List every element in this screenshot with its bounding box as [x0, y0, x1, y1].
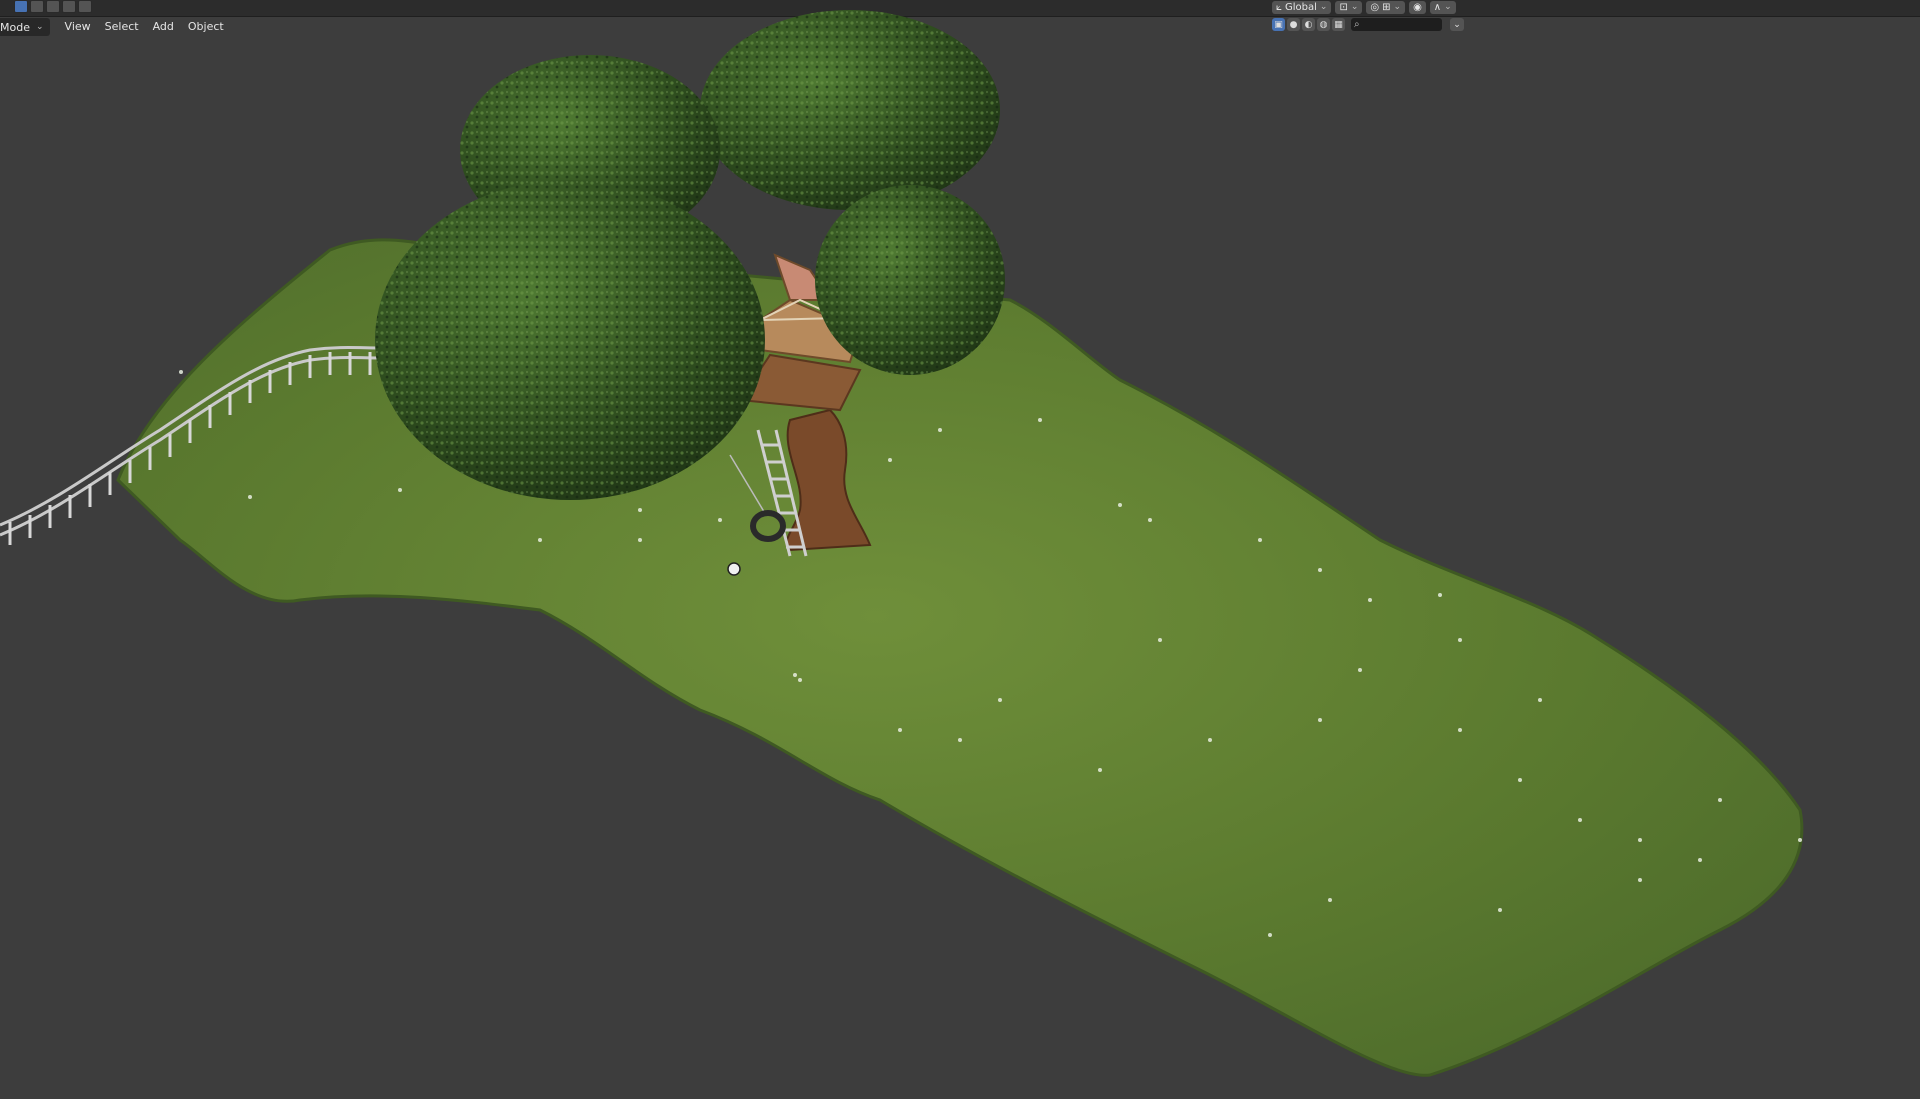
3d-viewport-scene[interactable] — [0, 0, 1920, 1099]
soccer-ball — [727, 562, 741, 576]
